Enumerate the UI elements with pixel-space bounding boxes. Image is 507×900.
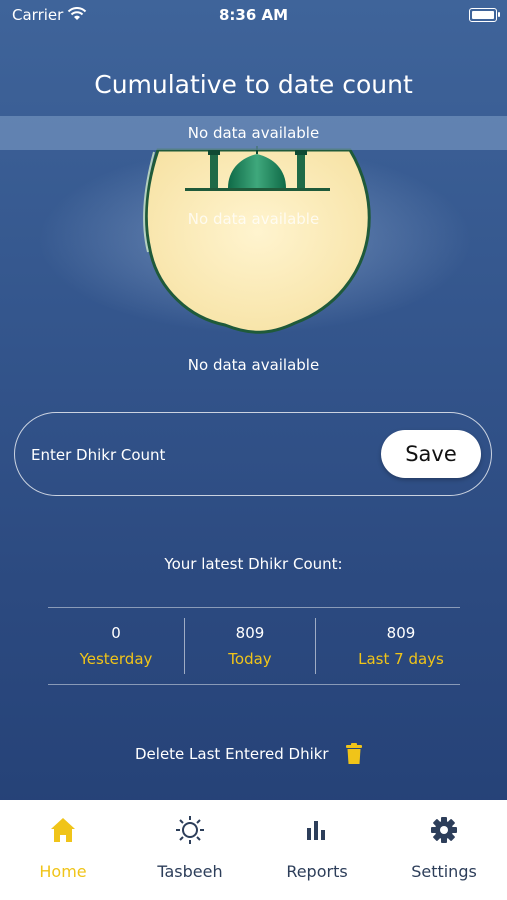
stat-value: 809 bbox=[235, 624, 265, 642]
battery-icon bbox=[469, 8, 500, 22]
stat-yesterday: 0 Yesterday bbox=[48, 618, 184, 674]
sun-icon bbox=[176, 816, 204, 844]
gear-icon bbox=[431, 817, 457, 843]
status-bar: Carrier 8:36 AM bbox=[0, 0, 507, 30]
tab-label: Reports bbox=[286, 862, 348, 881]
trash-icon[interactable] bbox=[345, 743, 363, 765]
tab-label: Settings bbox=[411, 862, 477, 881]
mosque-illustration bbox=[142, 146, 371, 334]
banner-text: No data available bbox=[187, 124, 320, 142]
dhikr-input-container: Save bbox=[14, 412, 492, 496]
stat-value: 809 bbox=[386, 624, 416, 642]
no-data-banner: No data available bbox=[0, 116, 507, 150]
app-screen: Carrier 8:36 AM Cumulative to date count… bbox=[0, 0, 507, 900]
dhikr-count-input[interactable] bbox=[29, 435, 373, 475]
stat-label: Last 7 days bbox=[358, 650, 444, 668]
status-time: 8:36 AM bbox=[218, 6, 289, 24]
stat-value: 0 bbox=[111, 624, 121, 642]
tab-reports[interactable]: Reports bbox=[254, 800, 380, 900]
stats-table: 0 Yesterday 809 Today 809 Last 7 days bbox=[48, 607, 460, 685]
bar-chart-icon bbox=[307, 821, 325, 840]
stat-last-7-days: 809 Last 7 days bbox=[316, 618, 486, 674]
stat-label: Today bbox=[228, 650, 272, 668]
tab-label: Home bbox=[39, 862, 87, 881]
tab-home[interactable]: Home bbox=[0, 800, 126, 900]
summary-no-data: No data available bbox=[187, 356, 320, 374]
art-overlay-text: No data available bbox=[187, 210, 320, 228]
tab-label: Tasbeeh bbox=[157, 862, 223, 881]
tab-tasbeeh[interactable]: Tasbeeh bbox=[127, 800, 253, 900]
home-icon bbox=[51, 818, 75, 842]
delete-last-dhikr-button[interactable]: Delete Last Entered Dhikr bbox=[135, 743, 363, 765]
page-title: Cumulative to date count bbox=[94, 70, 413, 99]
stat-label: Yesterday bbox=[79, 650, 153, 668]
tab-settings[interactable]: Settings bbox=[381, 800, 507, 900]
latest-count-heading: Your latest Dhikr Count: bbox=[164, 555, 343, 573]
delete-label: Delete Last Entered Dhikr bbox=[135, 745, 329, 763]
tab-bar: Home Tasbeeh Reports Settings bbox=[0, 800, 507, 900]
stat-today: 809 Today bbox=[185, 618, 315, 674]
save-button[interactable]: Save bbox=[381, 430, 481, 478]
